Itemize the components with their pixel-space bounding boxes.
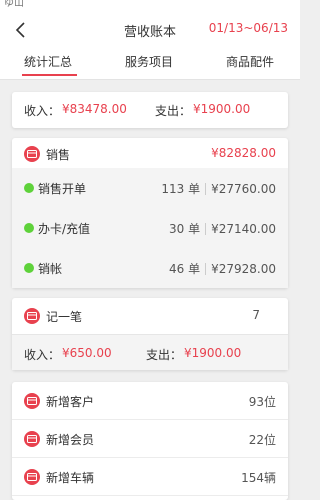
date-range-selector[interactable]: 01/13~06/13 <box>209 21 288 35</box>
sales-label: 销售 <box>46 148 71 162</box>
stat-value: 154辆 <box>241 471 276 485</box>
tab-summary[interactable]: 统计汇总 <box>24 53 72 70</box>
list-item[interactable]: 新增客户 93位 <box>12 382 288 420</box>
item-label: 销售开单 <box>38 182 87 196</box>
income-value: ¥83478.00 <box>62 102 127 116</box>
item-amount: ¥27928.00 <box>211 262 276 276</box>
green-dot-icon <box>24 183 34 193</box>
list-item[interactable]: 新增车辆 154辆 <box>12 458 288 496</box>
app-header: 营收账本 01/13~06/13 <box>0 10 300 50</box>
item-label: 销帐 <box>38 262 63 276</box>
item-label: 办卡/充值 <box>38 222 91 236</box>
item-stats: 30 单 ¥27140.00 <box>169 220 276 237</box>
income-label: 收入： <box>24 104 61 118</box>
expense-value: ¥1900.00 <box>184 346 242 360</box>
item-stats: 113 单 ¥27760.00 <box>161 180 276 197</box>
note-row[interactable]: 记一笔 7 <box>12 298 288 334</box>
active-tab-indicator <box>22 74 77 76</box>
wallet-icon <box>24 431 40 447</box>
sales-header-row[interactable]: 销售 ¥82828.00 <box>12 138 288 168</box>
stat-label: 新增车辆 <box>46 471 95 485</box>
stat-label: 新增会员 <box>46 433 95 447</box>
sales-card: 销售 ¥82828.00 销售开单 113 单 ¥27760.00 办卡/充值 3… <box>12 138 288 288</box>
item-count: 30 单 <box>169 222 201 236</box>
tab-services[interactable]: 服务项目 <box>125 53 173 70</box>
tab-products[interactable]: 商品配件 <box>226 53 274 70</box>
note-card: 记一笔 7 收入： ¥650.00 支出： ¥1900.00 <box>12 298 288 370</box>
list-item[interactable]: 销售开单 113 单 ¥27760.00 <box>12 168 288 208</box>
green-dot-icon <box>24 263 34 273</box>
stat-value: 93位 <box>248 395 276 409</box>
item-stats: 46 单 ¥27928.00 <box>169 260 276 277</box>
status-bar: ゆ山 <box>0 0 300 10</box>
note-label: 记一笔 <box>46 310 83 324</box>
wallet-icon <box>24 146 40 162</box>
list-item[interactable]: 新增会员 22位 <box>12 420 288 458</box>
item-amount: ¥27760.00 <box>211 182 276 196</box>
list-item[interactable]: 销帐 46 单 ¥27928.00 <box>12 248 288 288</box>
green-dot-icon <box>24 223 34 233</box>
stat-value: 22位 <box>248 433 276 447</box>
note-summary: 收入： ¥650.00 支出： ¥1900.00 <box>12 334 288 370</box>
item-count: 46 单 <box>169 262 201 276</box>
tab-bar: 统计汇总 服务项目 商品配件 <box>0 50 300 80</box>
status-bar-text: ゆ山 <box>4 0 24 9</box>
income-label: 收入： <box>24 348 61 362</box>
wallet-icon <box>24 393 40 409</box>
list-item[interactable]: 办卡/充值 30 单 ¥27140.00 <box>12 208 288 248</box>
wallet-icon <box>24 308 40 324</box>
wallet-icon <box>24 469 40 485</box>
summary-card: 收入： ¥83478.00 支出： ¥1900.00 <box>12 92 288 128</box>
sales-total: ¥82828.00 <box>211 146 276 160</box>
note-count: 7 <box>252 308 260 322</box>
expense-label: 支出： <box>155 104 192 118</box>
income-value: ¥650.00 <box>62 346 112 360</box>
expense-label: 支出： <box>146 348 183 362</box>
stats-card: 新增客户 93位 新增会员 22位 新增车辆 154辆 <box>12 382 288 500</box>
expense-value: ¥1900.00 <box>193 102 251 116</box>
stat-label: 新增客户 <box>46 395 95 409</box>
item-amount: ¥27140.00 <box>211 222 276 236</box>
item-count: 113 单 <box>161 182 201 196</box>
